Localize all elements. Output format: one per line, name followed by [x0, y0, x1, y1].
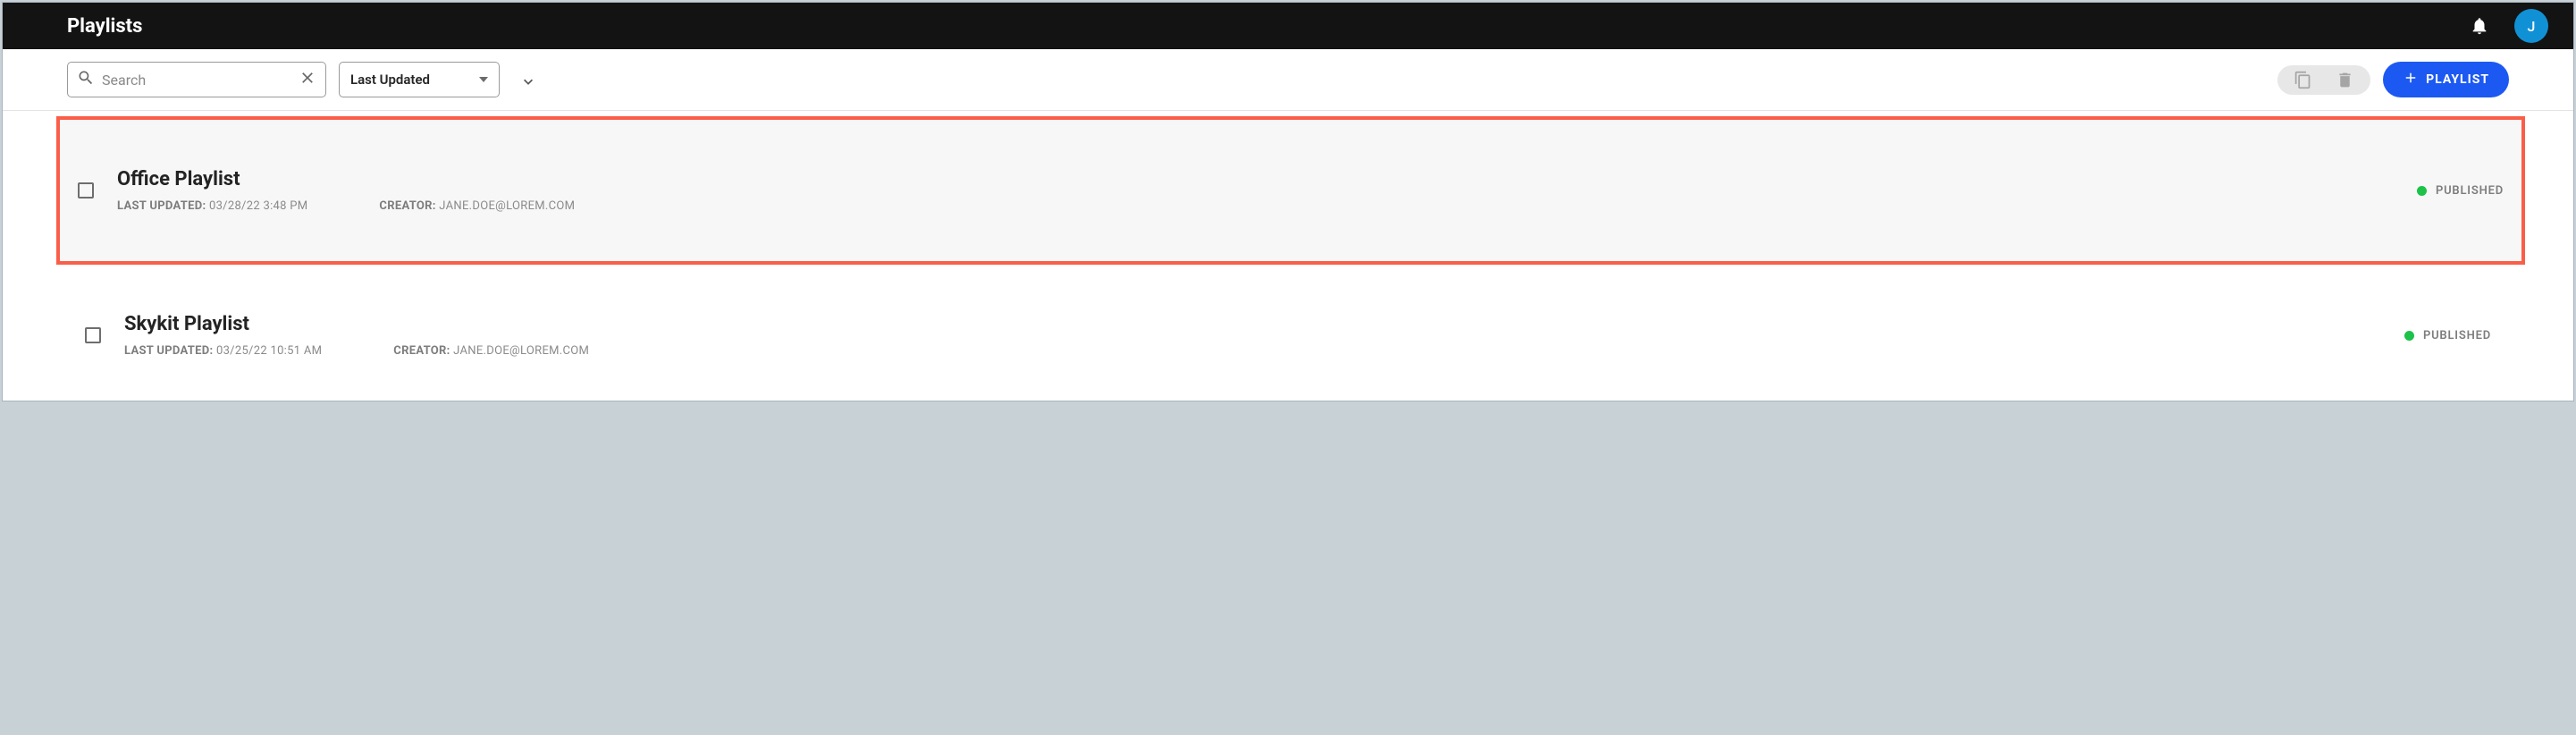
- playlist-row[interactable]: Skykit Playlist LAST UPDATED: 03/25/22 10…: [3, 270, 2573, 401]
- bulk-actions: [2277, 65, 2370, 95]
- avatar[interactable]: J: [2514, 9, 2548, 43]
- last-updated-value: 03/28/22 3:48 PM: [209, 199, 307, 213]
- creator: CREATOR: JANE.DOE@LOREM.COM: [379, 199, 575, 213]
- playlist-title: Skykit Playlist: [124, 313, 2387, 335]
- trash-icon[interactable]: [2336, 71, 2354, 89]
- status-badge: PUBLISHED: [2417, 184, 2504, 198]
- playlist-list: Office Playlist LAST UPDATED: 03/28/22 3:…: [3, 116, 2573, 401]
- header-actions: J: [2470, 9, 2548, 43]
- creator-label: CREATOR:: [393, 344, 450, 358]
- app-frame: Playlists J Last Updated: [2, 2, 2574, 401]
- notifications-icon[interactable]: [2470, 16, 2489, 36]
- creator: CREATOR: JANE.DOE@LOREM.COM: [393, 344, 589, 358]
- last-updated: LAST UPDATED: 03/28/22 3:48 PM: [117, 199, 307, 213]
- row-checkbox[interactable]: [85, 327, 101, 343]
- row-meta: LAST UPDATED: 03/28/22 3:48 PM CREATOR: J…: [117, 199, 2399, 213]
- status-dot-icon: [2417, 186, 2427, 196]
- row-checkbox[interactable]: [78, 182, 94, 199]
- creator-label: CREATOR:: [379, 199, 435, 213]
- creator-value: JANE.DOE@LOREM.COM: [439, 199, 575, 213]
- row-meta: LAST UPDATED: 03/25/22 10:51 AM CREATOR: …: [124, 344, 2387, 358]
- status-badge: PUBLISHED: [2404, 329, 2491, 342]
- status-text: PUBLISHED: [2423, 329, 2491, 342]
- clear-search-icon[interactable]: [299, 69, 316, 90]
- sort-dropdown[interactable]: Last Updated: [339, 62, 500, 97]
- search-icon: [77, 69, 95, 90]
- status-dot-icon: [2404, 331, 2414, 341]
- row-main: Office Playlist LAST UPDATED: 03/28/22 3:…: [117, 168, 2399, 213]
- creator-value: JANE.DOE@LOREM.COM: [453, 344, 589, 358]
- plus-icon: [2403, 70, 2419, 89]
- status-text: PUBLISHED: [2436, 184, 2504, 198]
- last-updated-label: LAST UPDATED:: [124, 344, 213, 358]
- sort-direction-button[interactable]: [512, 63, 544, 96]
- last-updated-label: LAST UPDATED:: [117, 199, 206, 213]
- search-box[interactable]: [67, 62, 326, 97]
- row-inner: Office Playlist LAST UPDATED: 03/28/22 3:…: [56, 168, 2525, 213]
- sort-label: Last Updated: [350, 72, 430, 88]
- row-inner: Skykit Playlist LAST UPDATED: 03/25/22 10…: [38, 313, 2538, 358]
- last-updated-value: 03/25/22 10:51 AM: [216, 344, 322, 358]
- last-updated: LAST UPDATED: 03/25/22 10:51 AM: [124, 344, 322, 358]
- new-playlist-button[interactable]: PLAYLIST: [2383, 62, 2509, 97]
- new-playlist-label: PLAYLIST: [2426, 72, 2489, 87]
- header-bar: Playlists J: [3, 3, 2573, 49]
- avatar-initial: J: [2528, 18, 2536, 35]
- chevron-down-icon: [479, 77, 488, 82]
- search-input[interactable]: [95, 72, 299, 89]
- row-main: Skykit Playlist LAST UPDATED: 03/25/22 10…: [124, 313, 2387, 358]
- playlist-row[interactable]: Office Playlist LAST UPDATED: 03/28/22 3:…: [56, 116, 2525, 265]
- copy-icon[interactable]: [2294, 71, 2312, 89]
- page-title: Playlists: [67, 15, 2470, 38]
- toolbar: Last Updated PLAYLIST: [3, 49, 2573, 111]
- playlist-title: Office Playlist: [117, 168, 2399, 190]
